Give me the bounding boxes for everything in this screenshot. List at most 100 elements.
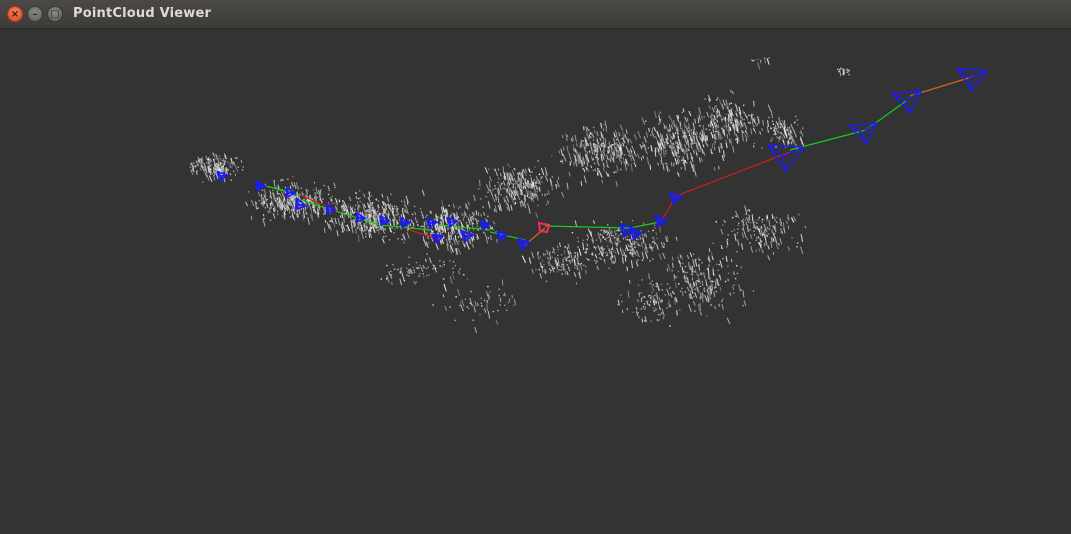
cloud-point — [455, 214, 457, 216]
cloud-point — [400, 267, 402, 269]
cloud-point — [837, 68, 839, 70]
cloud-point — [535, 212, 539, 219]
cloud-point — [406, 274, 408, 276]
cloud-point — [651, 291, 653, 294]
cloud-point — [551, 256, 553, 258]
cloud-point — [546, 193, 549, 195]
cloud-point — [586, 243, 589, 247]
cloud-point — [585, 257, 588, 260]
cloud-point — [345, 225, 348, 227]
cloud-point — [472, 223, 474, 225]
cloud-point — [505, 188, 507, 190]
cloud-point — [685, 277, 688, 279]
cloud-point — [644, 249, 646, 251]
cloud-point — [698, 304, 700, 312]
cloud-point — [618, 132, 621, 137]
close-button[interactable]: × — [7, 6, 23, 22]
cloud-point — [684, 143, 688, 152]
cloud-point — [706, 111, 709, 118]
cloud-point — [787, 246, 791, 251]
cloud-point — [733, 130, 736, 136]
cloud-point — [297, 186, 300, 191]
cloud-point — [513, 299, 517, 306]
window-title: PointCloud Viewer — [73, 6, 212, 21]
cloud-point — [500, 182, 502, 186]
cloud-point — [215, 153, 220, 161]
cloud-point — [510, 190, 513, 192]
cloud-point — [737, 239, 740, 246]
cloud-point — [571, 259, 574, 261]
cloud-point — [640, 156, 643, 161]
cloud-point — [686, 162, 688, 164]
cloud-point — [487, 285, 489, 288]
cloud-point — [449, 260, 451, 262]
cloud-point — [499, 184, 502, 191]
point-cloud-scene[interactable] — [0, 29, 1071, 534]
cloud-point — [796, 246, 798, 248]
cloud-point — [703, 287, 706, 289]
cloud-point — [306, 196, 309, 198]
cloud-point — [715, 125, 717, 127]
cloud-point — [565, 258, 567, 260]
cloud-point — [334, 217, 337, 225]
cloud-point — [625, 129, 628, 135]
cloud-point — [443, 283, 447, 292]
cloud-point — [359, 200, 361, 203]
cloud-point — [218, 155, 221, 157]
cloud-point — [684, 160, 686, 162]
cloud-point — [355, 195, 358, 199]
3d-viewport[interactable] — [0, 29, 1071, 534]
cloud-point — [721, 137, 723, 139]
cloud-point — [606, 164, 609, 169]
maximize-button[interactable]: □ — [47, 6, 63, 22]
cloud-point — [769, 228, 771, 230]
cloud-point — [590, 165, 593, 168]
cloud-point — [682, 108, 685, 112]
minimize-button[interactable]: – — [27, 6, 43, 22]
cloud-point — [621, 249, 625, 253]
cloud-point — [507, 163, 509, 166]
cloud-point — [421, 225, 423, 228]
cloud-point — [408, 228, 410, 230]
cloud-point — [585, 146, 587, 149]
cloud-point — [536, 191, 538, 193]
cloud-point — [622, 142, 625, 147]
cloud-point — [760, 226, 763, 229]
cloud-point — [623, 161, 625, 163]
cloud-point — [698, 263, 701, 271]
cloud-point — [294, 195, 296, 198]
cloud-point — [626, 266, 629, 272]
cloud-point — [649, 164, 652, 170]
cloud-point — [552, 267, 554, 271]
cloud-point — [593, 129, 596, 134]
cloud-point — [479, 198, 482, 200]
cloud-point — [408, 256, 410, 259]
cloud-point — [651, 285, 655, 292]
cloud-point — [714, 146, 716, 151]
cloud-point — [800, 246, 804, 255]
cloud-point — [544, 167, 548, 175]
cloud-point — [778, 117, 780, 119]
cloud-point — [686, 277, 689, 284]
cloud-point — [511, 294, 513, 299]
cloud-point — [304, 208, 308, 215]
cloud-point — [595, 239, 598, 241]
cloud-point — [552, 247, 556, 255]
cloud-point — [666, 267, 669, 273]
cloud-point — [580, 180, 583, 187]
trajectory-segment — [629, 221, 661, 229]
cloud-point — [365, 232, 367, 235]
cloud-point — [708, 264, 710, 267]
title-bar[interactable]: × – □ PointCloud Viewer — [0, 0, 1071, 29]
cloud-point — [461, 212, 463, 217]
cloud-point — [705, 128, 707, 130]
cloud-point — [648, 127, 650, 133]
cloud-point — [599, 137, 602, 141]
cloud-point — [647, 230, 650, 232]
cloud-point — [642, 241, 644, 244]
cloud-point — [613, 250, 615, 252]
cloud-point — [199, 158, 201, 160]
cloud-point — [693, 149, 695, 154]
cloud-point — [197, 160, 199, 162]
cloud-point — [262, 213, 265, 217]
